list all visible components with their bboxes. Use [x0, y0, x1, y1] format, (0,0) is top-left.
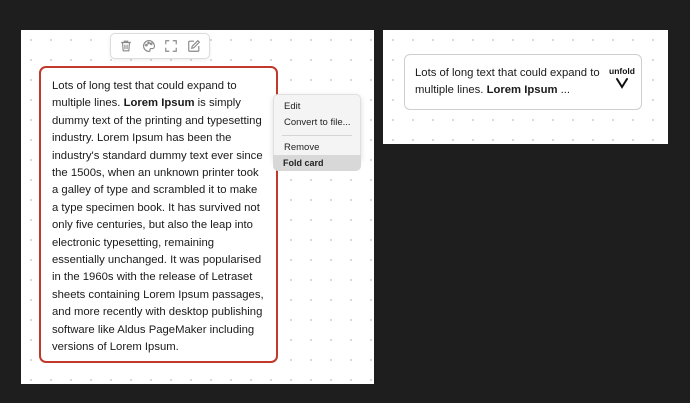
menu-item-convert[interactable]: Convert to file...	[274, 115, 360, 131]
chevron-down-icon	[616, 78, 628, 89]
folded-text-bold: Lorem Ipsum	[486, 84, 558, 97]
unfold-button[interactable]: unfold	[604, 66, 640, 89]
menu-item-edit[interactable]: Edit	[274, 99, 360, 115]
context-menu: Edit Convert to file... Remove	[273, 94, 361, 161]
edit-icon	[187, 39, 200, 52]
delete-button[interactable]	[117, 37, 135, 55]
edit-button[interactable]	[185, 37, 203, 55]
card-text-rest: is simply dummy text of the printing and…	[52, 97, 264, 354]
menu-divider	[282, 135, 352, 136]
unfold-label: unfold	[609, 66, 635, 76]
trash-icon	[121, 40, 132, 52]
color-button[interactable]	[140, 37, 158, 55]
fullscreen-button[interactable]	[162, 37, 180, 55]
fullscreen-icon	[165, 40, 178, 52]
card-toolbar	[110, 33, 210, 59]
menu-item-fold-card[interactable]: Fold card	[273, 155, 361, 171]
palette-icon	[142, 40, 155, 52]
text-card-expanded[interactable]: Lots of long test that could expand to m…	[39, 66, 278, 363]
menu-item-remove[interactable]: Remove	[274, 140, 360, 156]
card-text-bold: Lorem Ipsum	[123, 97, 195, 110]
folded-text-ellipsis: ...	[557, 84, 571, 97]
